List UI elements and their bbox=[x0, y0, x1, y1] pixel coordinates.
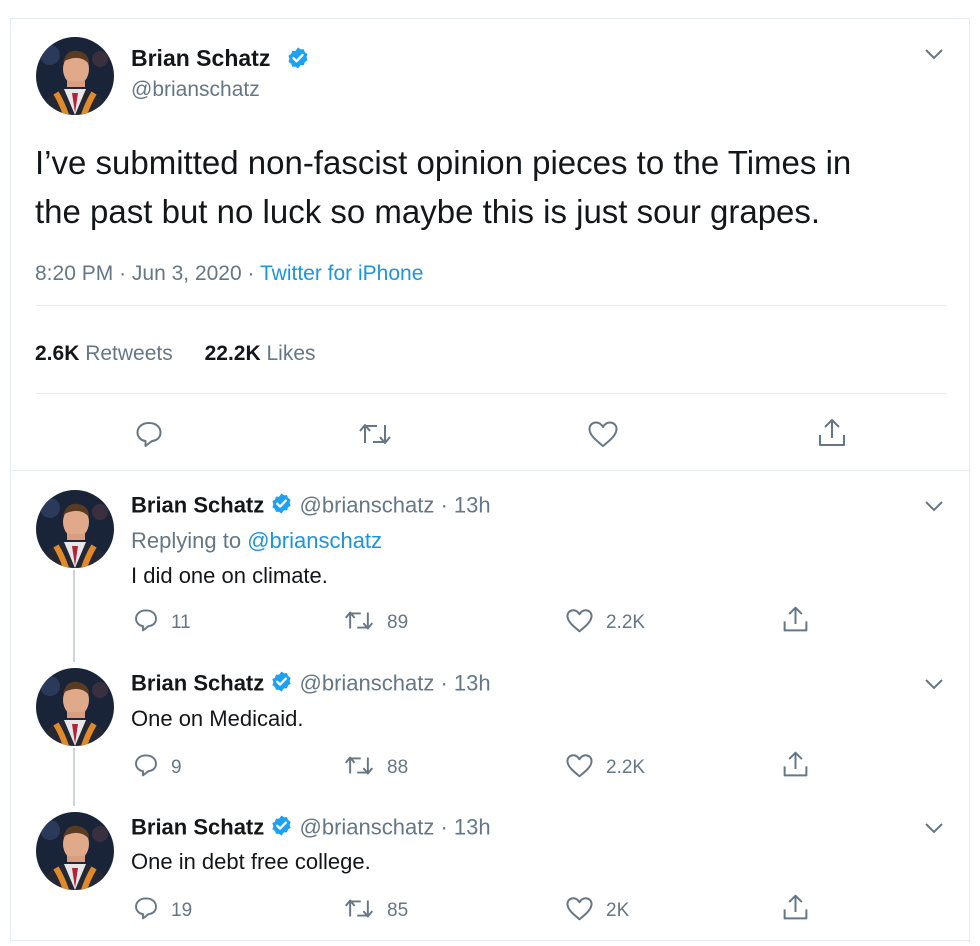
reply-header: Brian Schatz @brianschatz · 13h bbox=[131, 670, 491, 699]
verified-badge-icon bbox=[270, 814, 293, 843]
share-icon[interactable] bbox=[781, 605, 810, 639]
chevron-down-icon[interactable] bbox=[924, 677, 944, 696]
chevron-down-icon[interactable] bbox=[924, 821, 944, 840]
author-handle[interactable]: @brianschatz bbox=[300, 814, 435, 839]
tweet-text: One in debt free college. bbox=[131, 849, 371, 874]
thread-connector bbox=[73, 748, 75, 806]
divider bbox=[36, 393, 946, 394]
chevron-down-icon[interactable] bbox=[924, 47, 944, 66]
retweets-count: 2.6K bbox=[35, 342, 80, 365]
heart-icon bbox=[565, 608, 594, 638]
replying-to: Replying to @brianschatz bbox=[131, 528, 382, 554]
like-action[interactable]: 2.2K bbox=[565, 753, 645, 783]
separator-dot: · bbox=[119, 262, 127, 285]
heart-icon[interactable] bbox=[587, 420, 619, 453]
author-handle[interactable]: @brianschatz bbox=[131, 78, 260, 102]
like-action[interactable]: 2K bbox=[565, 896, 629, 926]
retweet-icon bbox=[343, 754, 375, 782]
verified-badge-icon bbox=[270, 670, 293, 699]
reply-count: 9 bbox=[171, 756, 182, 778]
share-icon[interactable] bbox=[781, 893, 810, 927]
reply-count: 19 bbox=[171, 899, 193, 921]
retweet-count: 88 bbox=[387, 757, 409, 778]
divider bbox=[10, 940, 970, 941]
author-name[interactable]: Brian Schatz bbox=[131, 45, 270, 72]
retweet-action[interactable]: 89 bbox=[343, 609, 408, 637]
verified-badge-icon bbox=[286, 46, 310, 75]
likes-stat[interactable]: 22.2K Likes bbox=[205, 342, 316, 365]
retweets-stat[interactable]: 2.6K Retweets bbox=[35, 342, 179, 365]
tweet-text-line-1: I’ve submitted non-fascist opinion piece… bbox=[35, 144, 852, 181]
retweets-label: Retweets bbox=[85, 342, 173, 365]
retweet-action[interactable]: 85 bbox=[343, 897, 408, 925]
engagement-stats: 2.6K Retweets 22.2K Likes bbox=[35, 342, 316, 366]
tweet-text: One on Medicaid. bbox=[131, 706, 304, 731]
retweet-icon bbox=[343, 609, 375, 637]
reply-icon[interactable] bbox=[134, 419, 164, 454]
avatar[interactable] bbox=[36, 490, 114, 568]
reply-header: Brian Schatz @brianschatz · 13h bbox=[131, 492, 491, 521]
tweet-metadata: 8:20 PM · Jun 3, 2020 · Twitter for iPho… bbox=[35, 262, 423, 286]
retweet-icon[interactable] bbox=[357, 421, 393, 452]
author-name[interactable]: Brian Schatz bbox=[131, 814, 264, 839]
heart-icon bbox=[565, 896, 594, 926]
likes-label: Likes bbox=[266, 342, 316, 365]
like-count: 2.2K bbox=[606, 757, 646, 778]
replying-to-handle[interactable]: @brianschatz bbox=[247, 528, 382, 553]
separator-dot: · bbox=[247, 262, 255, 285]
chevron-down-icon[interactable] bbox=[924, 499, 944, 518]
reply-action[interactable]: 19 bbox=[133, 895, 192, 926]
like-action[interactable]: 2.2K bbox=[565, 608, 645, 638]
likes-count: 22.2K bbox=[204, 342, 261, 365]
tweet-date[interactable]: Jun 3, 2020 bbox=[132, 262, 242, 285]
avatar[interactable] bbox=[36, 37, 114, 115]
share-icon[interactable] bbox=[816, 417, 848, 454]
tweet-age[interactable]: · 13h bbox=[440, 492, 490, 517]
heart-icon bbox=[565, 753, 594, 783]
avatar[interactable] bbox=[36, 812, 114, 890]
reply-header: Brian Schatz @brianschatz · 13h bbox=[131, 814, 491, 843]
reply-icon bbox=[133, 895, 159, 926]
tweet-age[interactable]: · 13h bbox=[440, 814, 490, 839]
divider bbox=[36, 305, 946, 306]
tweet-time[interactable]: 8:20 PM bbox=[35, 262, 113, 285]
verified-badge-icon bbox=[270, 492, 293, 521]
reply-icon bbox=[133, 607, 159, 638]
author-handle[interactable]: @brianschatz bbox=[300, 670, 435, 695]
reply-action[interactable]: 11 bbox=[133, 607, 191, 638]
retweet-count: 89 bbox=[387, 612, 409, 633]
reply-action[interactable]: 9 bbox=[133, 752, 182, 783]
retweet-count: 85 bbox=[387, 900, 409, 921]
author-handle[interactable]: @brianschatz bbox=[300, 492, 435, 517]
retweet-icon bbox=[343, 897, 375, 925]
thread-connector bbox=[73, 570, 75, 662]
reply-icon bbox=[133, 752, 159, 783]
avatar[interactable] bbox=[36, 668, 114, 746]
author-name[interactable]: Brian Schatz bbox=[131, 492, 264, 517]
tweet-age[interactable]: · 13h bbox=[440, 670, 490, 695]
retweet-action[interactable]: 88 bbox=[343, 754, 408, 782]
like-count: 2.2K bbox=[606, 612, 646, 633]
tweet-text: I did one on climate. bbox=[131, 563, 328, 588]
author-name[interactable]: Brian Schatz bbox=[131, 670, 264, 695]
replying-to-label: Replying to bbox=[131, 528, 242, 553]
like-count: 2K bbox=[606, 900, 630, 921]
share-icon[interactable] bbox=[781, 750, 810, 784]
reply-count: 11 bbox=[171, 611, 191, 633]
tweet-source-link[interactable]: Twitter for iPhone bbox=[260, 262, 423, 285]
divider bbox=[10, 470, 970, 471]
tweet-text-line-2: the past but no luck so maybe this is ju… bbox=[35, 193, 821, 230]
